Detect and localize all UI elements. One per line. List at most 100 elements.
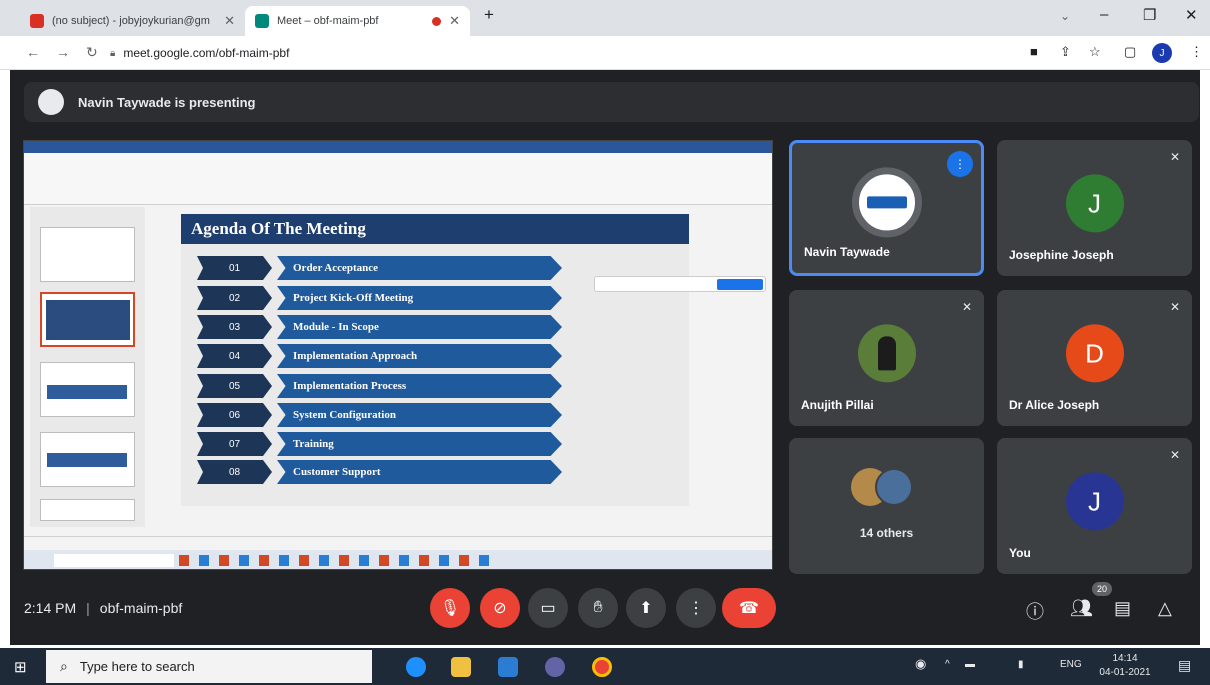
slide-thumbnail bbox=[40, 292, 135, 347]
mic-off-icon: ✕ bbox=[961, 300, 972, 314]
camera-off-icon[interactable]: ⊘ bbox=[480, 588, 520, 628]
agenda-label: Training bbox=[277, 432, 562, 456]
windows-taskbar: ⊞ ⌕ Type here to search ◉ ^ ▬ ▮ ENG 14:1… bbox=[0, 648, 1210, 685]
thumbnail-content bbox=[47, 453, 127, 467]
mic-off-icon[interactable]: 🎙︎ bbox=[430, 588, 470, 628]
chat-icon[interactable]: ▤ bbox=[1114, 598, 1131, 619]
maximize-icon[interactable]: ❐ bbox=[1143, 6, 1156, 24]
thumbnail-content bbox=[47, 385, 127, 399]
star-icon[interactable]: ☆ bbox=[1089, 44, 1101, 60]
slide-thumbnails bbox=[30, 207, 145, 527]
shared-search-box bbox=[54, 554, 174, 567]
agenda-label: Order Acceptance bbox=[277, 256, 562, 280]
browser-tab-bar: (no subject) - jobyjoykurian@gm ✕ Meet –… bbox=[0, 0, 1210, 36]
participant-avatar bbox=[875, 468, 913, 506]
taskbar-clock[interactable]: 14:14 04-01-2021 bbox=[1090, 652, 1160, 680]
end-call-icon[interactable]: ☎︎ bbox=[722, 588, 776, 628]
address-toolbar: ← → ↻ 🔒︎ meet.google.com/obf-maim-pbf ■ … bbox=[0, 36, 1210, 70]
agenda-label: Customer Support bbox=[277, 460, 562, 484]
agenda-number: 01 bbox=[197, 256, 272, 280]
close-window-icon[interactable]: ✕ bbox=[1185, 6, 1198, 24]
participant-avatar bbox=[851, 167, 922, 238]
forward-icon[interactable]: → bbox=[56, 44, 70, 60]
people-icon[interactable]: 👥︎ bbox=[1070, 598, 1093, 619]
tray-chevron-icon[interactable]: ^ bbox=[945, 659, 950, 670]
slide-thumbnail bbox=[40, 227, 135, 282]
thumbnail-content bbox=[46, 300, 130, 340]
present-icon[interactable]: ⬆ bbox=[626, 588, 666, 628]
chrome-icon[interactable] bbox=[592, 657, 612, 677]
tab-title: Meet – obf-maim-pbf bbox=[277, 15, 379, 27]
browser-menu-icon[interactable]: ⋮ bbox=[1190, 44, 1203, 60]
more-options-icon[interactable]: ⋮ bbox=[676, 588, 716, 628]
info-icon[interactable]: ⓘ bbox=[1026, 598, 1044, 624]
tab-gmail[interactable]: (no subject) - jobyjoykurian@gm ✕ bbox=[20, 6, 245, 36]
company-logo bbox=[866, 196, 907, 209]
mail-icon[interactable] bbox=[498, 657, 518, 677]
others-count: 14 others bbox=[859, 526, 914, 540]
meet-window: Navin Taywade is presenting Agenda Of Th… bbox=[10, 70, 1200, 645]
current-slide: Agenda Of The Meeting 01 Order Acceptanc… bbox=[181, 214, 689, 506]
meeting-time: 2:14 PM bbox=[24, 600, 77, 616]
meeting-info: 2:14 PM | obf-maim-pbf bbox=[24, 600, 182, 616]
back-icon[interactable]: ← bbox=[26, 44, 40, 60]
agenda-label: System Configuration bbox=[277, 403, 562, 427]
tray-app-icon[interactable]: ◉ bbox=[915, 656, 926, 672]
agenda-label: Implementation Approach bbox=[277, 344, 562, 368]
participant-avatar: J bbox=[1065, 472, 1124, 531]
teams-icon[interactable] bbox=[545, 657, 565, 677]
shared-ribbon bbox=[24, 153, 772, 205]
participant-tile-self[interactable]: ✕ J You bbox=[997, 438, 1192, 574]
network-icon[interactable]: ▬ bbox=[965, 659, 975, 670]
sidebar-icon[interactable]: ▢ bbox=[1124, 44, 1136, 60]
participant-tile[interactable]: ✕ Anujith Pillai bbox=[789, 290, 984, 426]
volume-icon[interactable]: ▮ bbox=[1018, 659, 1024, 670]
slide-thumbnail bbox=[40, 362, 135, 417]
share-icon[interactable]: ⇪ bbox=[1060, 44, 1071, 60]
taskbar-search[interactable]: ⌕ Type here to search bbox=[46, 650, 372, 683]
address-bar[interactable]: 🔒︎ meet.google.com/obf-maim-pbf bbox=[110, 41, 1010, 65]
edge-icon[interactable] bbox=[406, 657, 426, 677]
agenda-number: 08 bbox=[197, 460, 272, 484]
shared-screen: Agenda Of The Meeting 01 Order Acceptanc… bbox=[23, 140, 773, 570]
meeting-code: obf-maim-pbf bbox=[99, 600, 183, 616]
lock-icon: 🔒︎ bbox=[110, 47, 116, 59]
participant-avatar: J bbox=[1065, 174, 1124, 233]
participant-tile-others[interactable]: 14 others bbox=[789, 438, 984, 574]
reload-icon[interactable]: ↻ bbox=[86, 44, 98, 61]
close-tab-icon[interactable]: ✕ bbox=[449, 13, 460, 29]
shared-taskbar bbox=[24, 550, 772, 569]
participant-name: Josephine Joseph bbox=[1009, 248, 1114, 262]
participant-tile[interactable]: ⋮ Navin Taywade bbox=[789, 140, 984, 276]
speaking-indicator-icon: ⋮ bbox=[947, 151, 973, 177]
windows-icon[interactable]: ⊞ bbox=[14, 658, 27, 676]
notifications-icon[interactable]: ▤ bbox=[1178, 657, 1191, 674]
participant-name: You bbox=[1009, 546, 1031, 560]
profile-avatar[interactable]: J bbox=[1152, 43, 1172, 63]
participant-name: Navin Taywade bbox=[804, 245, 890, 259]
file-explorer-icon[interactable] bbox=[451, 657, 471, 677]
presenting-banner: Navin Taywade is presenting bbox=[24, 82, 1199, 122]
participant-tile[interactable]: ✕ J Josephine Joseph bbox=[997, 140, 1192, 276]
close-tab-icon[interactable]: ✕ bbox=[224, 13, 235, 29]
camera-icon[interactable]: ■ bbox=[1030, 44, 1038, 59]
shared-taskbar-apps bbox=[179, 555, 499, 566]
raise-hand-icon[interactable]: ✋︎ bbox=[578, 588, 618, 628]
mic-off-icon: ✕ bbox=[1169, 300, 1180, 314]
agenda-label: Implementation Process bbox=[277, 374, 562, 398]
agenda-number: 06 bbox=[197, 403, 272, 427]
tab-search-icon[interactable]: ⌄ bbox=[1060, 9, 1070, 23]
tab-meet[interactable]: Meet – obf-maim-pbf ✕ bbox=[245, 6, 470, 36]
captions-icon[interactable]: ▭ bbox=[528, 588, 568, 628]
new-tab-button[interactable]: + bbox=[484, 5, 494, 25]
shared-browser-tabs bbox=[24, 141, 772, 153]
activities-icon[interactable]: △ bbox=[1158, 598, 1172, 619]
minimize-icon[interactable]: – bbox=[1100, 6, 1108, 23]
tab-title: (no subject) - jobyjoykurian@gm bbox=[52, 15, 210, 27]
mic-off-icon: ✕ bbox=[1169, 448, 1180, 462]
participant-tile[interactable]: ✕ D Dr Alice Joseph bbox=[997, 290, 1192, 426]
search-icon: ⌕ bbox=[60, 658, 68, 674]
separator: | bbox=[86, 600, 90, 616]
agenda-number: 04 bbox=[197, 344, 272, 368]
language-indicator[interactable]: ENG bbox=[1060, 659, 1082, 670]
